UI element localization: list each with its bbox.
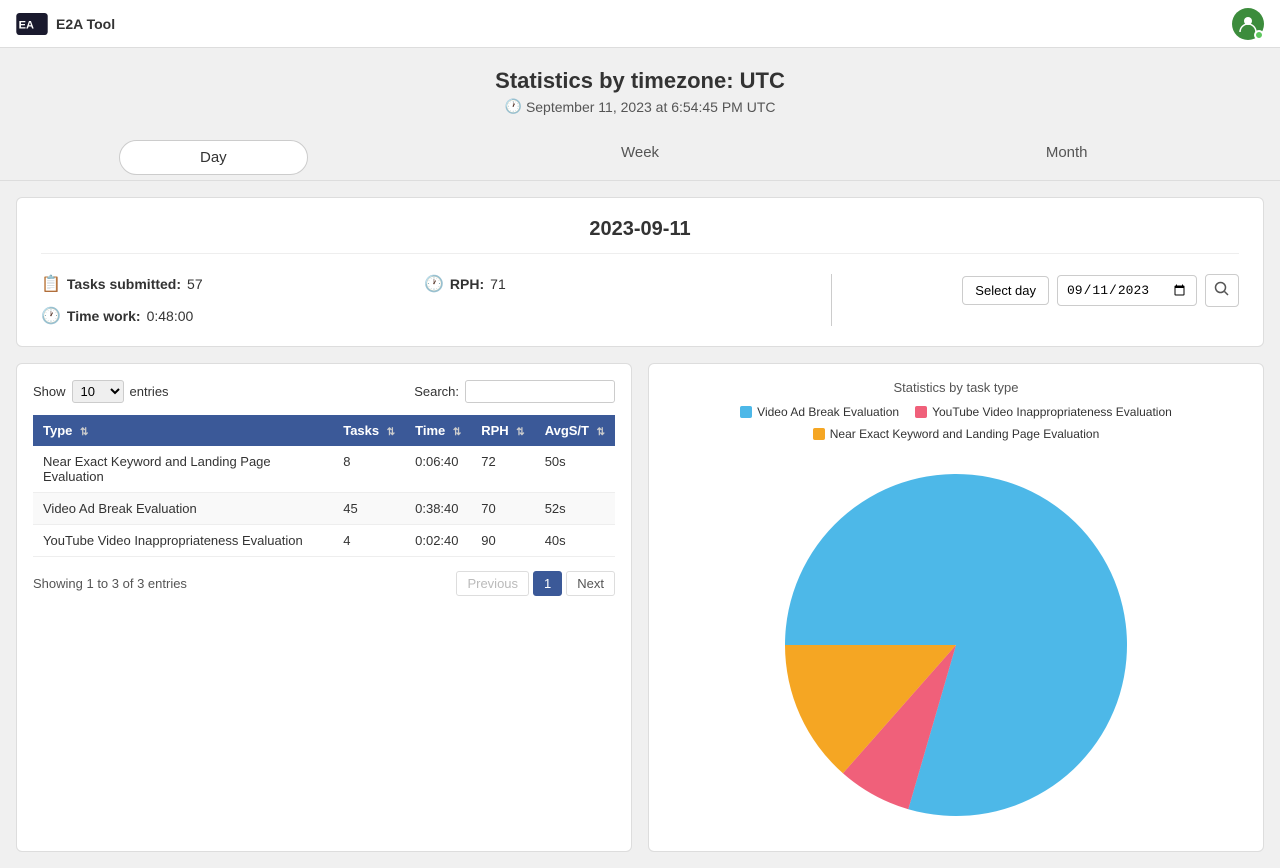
legend-dot	[915, 406, 927, 418]
stats-left: 📋 Tasks submitted: 57 🕐 Time work: 0:48:…	[41, 274, 424, 326]
rph-icon: 🕐	[424, 274, 444, 294]
cell-rph: 70	[471, 493, 534, 525]
search-input[interactable]	[465, 380, 615, 403]
search-area: Search:	[414, 380, 615, 403]
tasks-submitted-value: 57	[187, 276, 203, 292]
rph-stat: 🕐 RPH: 71	[424, 274, 807, 294]
data-table: Type ⇅ Tasks ⇅ Time ⇅ RPH ⇅ AvgS/T ⇅ Nea…	[33, 415, 615, 557]
tasks-submitted-stat: 📋 Tasks submitted: 57	[41, 274, 424, 294]
cell-type: Near Exact Keyword and Landing Page Eval…	[33, 446, 333, 493]
user-avatar[interactable]	[1232, 8, 1264, 40]
show-entries-control: Show 10 25 50 100 entries	[33, 380, 169, 403]
tab-week[interactable]: Week	[540, 135, 740, 170]
page-1-button[interactable]: 1	[533, 571, 562, 596]
prev-page-button[interactable]: Previous	[456, 571, 529, 596]
two-col-layout: Show 10 25 50 100 entries Search: Type ⇅…	[16, 363, 1264, 852]
pie-chart-container	[766, 455, 1146, 835]
time-work-label: Time work:	[67, 308, 141, 324]
tab-day[interactable]: Day	[119, 140, 308, 175]
top-nav: EA E2A Tool	[0, 0, 1280, 48]
legend-dot	[813, 428, 825, 440]
col-rph[interactable]: RPH ⇅	[471, 415, 534, 446]
cell-time: 0:02:40	[405, 525, 471, 557]
table-card: Show 10 25 50 100 entries Search: Type ⇅…	[16, 363, 632, 852]
legend-label: Video Ad Break Evaluation	[757, 405, 899, 419]
cell-rph: 90	[471, 525, 534, 557]
legend-item: Video Ad Break Evaluation	[740, 405, 899, 419]
rph-value: 71	[490, 276, 506, 292]
col-type[interactable]: Type ⇅	[33, 415, 333, 446]
table-row: Near Exact Keyword and Landing Page Eval…	[33, 446, 615, 493]
entries-select[interactable]: 10 25 50 100	[72, 380, 124, 403]
legend-label: Near Exact Keyword and Landing Page Eval…	[830, 427, 1100, 441]
time-work-stat: 🕐 Time work: 0:48:00	[41, 306, 424, 326]
table-row: Video Ad Break Evaluation 45 0:38:40 70 …	[33, 493, 615, 525]
cell-rph: 72	[471, 446, 534, 493]
user-menu[interactable]	[1232, 8, 1264, 40]
page-subtitle-text: September 11, 2023 at 6:54:45 PM UTC	[526, 99, 776, 115]
stats-divider	[831, 274, 832, 326]
cell-avgst: 50s	[535, 446, 615, 493]
entries-label: entries	[130, 384, 169, 399]
rph-label: RPH:	[450, 276, 484, 292]
page-title: Statistics by timezone: UTC	[0, 68, 1280, 94]
cell-avgst: 52s	[535, 493, 615, 525]
table-body: Near Exact Keyword and Landing Page Eval…	[33, 446, 615, 557]
cell-type: YouTube Video Inappropriateness Evaluati…	[33, 525, 333, 557]
stats-right: Select day	[856, 274, 1239, 307]
cell-time: 0:38:40	[405, 493, 471, 525]
search-icon	[1214, 281, 1230, 297]
ea-logo-icon: EA	[16, 13, 48, 35]
legend-item: YouTube Video Inappropriateness Evaluati…	[915, 405, 1172, 419]
chart-title: Statistics by task type	[894, 380, 1019, 395]
chart-card: Statistics by task type Video Ad Break E…	[648, 363, 1264, 852]
cell-type: Video Ad Break Evaluation	[33, 493, 333, 525]
pie-chart	[766, 455, 1146, 835]
legend-dot	[740, 406, 752, 418]
col-time[interactable]: Time ⇅	[405, 415, 471, 446]
time-work-icon: 🕐	[41, 306, 61, 326]
col-avgst[interactable]: AvgS/T ⇅	[535, 415, 615, 446]
logo-area: EA E2A Tool	[16, 13, 115, 35]
date-display: 2023-09-11	[41, 218, 1239, 254]
svg-text:EA: EA	[19, 19, 34, 31]
search-date-button[interactable]	[1205, 274, 1239, 307]
chart-legend: Video Ad Break Evaluation YouTube Video I…	[665, 405, 1247, 441]
stats-row: 📋 Tasks submitted: 57 🕐 Time work: 0:48:…	[41, 274, 1239, 326]
pagination-info: Showing 1 to 3 of 3 entries	[33, 576, 187, 591]
page-header: Statistics by timezone: UTC 🕐 September …	[0, 48, 1280, 125]
next-page-button[interactable]: Next	[566, 571, 615, 596]
show-label: Show	[33, 384, 66, 399]
legend-label: YouTube Video Inappropriateness Evaluati…	[932, 405, 1172, 419]
cell-tasks: 4	[333, 525, 405, 557]
clock-icon: 🕐	[505, 98, 522, 115]
cell-tasks: 8	[333, 446, 405, 493]
tasks-submitted-label: Tasks submitted:	[67, 276, 181, 292]
page-subtitle: 🕐 September 11, 2023 at 6:54:45 PM UTC	[0, 98, 1280, 115]
user-online-indicator	[1254, 30, 1264, 40]
pagination: Showing 1 to 3 of 3 entries Previous 1 N…	[33, 571, 615, 596]
cell-tasks: 45	[333, 493, 405, 525]
tasks-icon: 📋	[41, 274, 61, 294]
cell-avgst: 40s	[535, 525, 615, 557]
select-day-button[interactable]: Select day	[962, 276, 1049, 305]
tab-month[interactable]: Month	[965, 135, 1169, 170]
date-picker[interactable]	[1057, 275, 1197, 306]
time-work-value: 0:48:00	[147, 308, 194, 324]
cell-time: 0:06:40	[405, 446, 471, 493]
date-section: 2023-09-11 📋 Tasks submitted: 57 🕐 Time …	[16, 197, 1264, 347]
legend-item: Near Exact Keyword and Landing Page Eval…	[813, 427, 1100, 441]
table-header-row: Type ⇅ Tasks ⇅ Time ⇅ RPH ⇅ AvgS/T ⇅	[33, 415, 615, 446]
col-tasks[interactable]: Tasks ⇅	[333, 415, 405, 446]
table-row: YouTube Video Inappropriateness Evaluati…	[33, 525, 615, 557]
search-label: Search:	[414, 384, 459, 399]
page-buttons: Previous 1 Next	[456, 571, 615, 596]
app-name: E2A Tool	[56, 16, 115, 32]
stats-middle: 🕐 RPH: 71	[424, 274, 807, 294]
table-controls: Show 10 25 50 100 entries Search:	[33, 380, 615, 403]
tabs-container: Day Week Month	[0, 125, 1280, 181]
